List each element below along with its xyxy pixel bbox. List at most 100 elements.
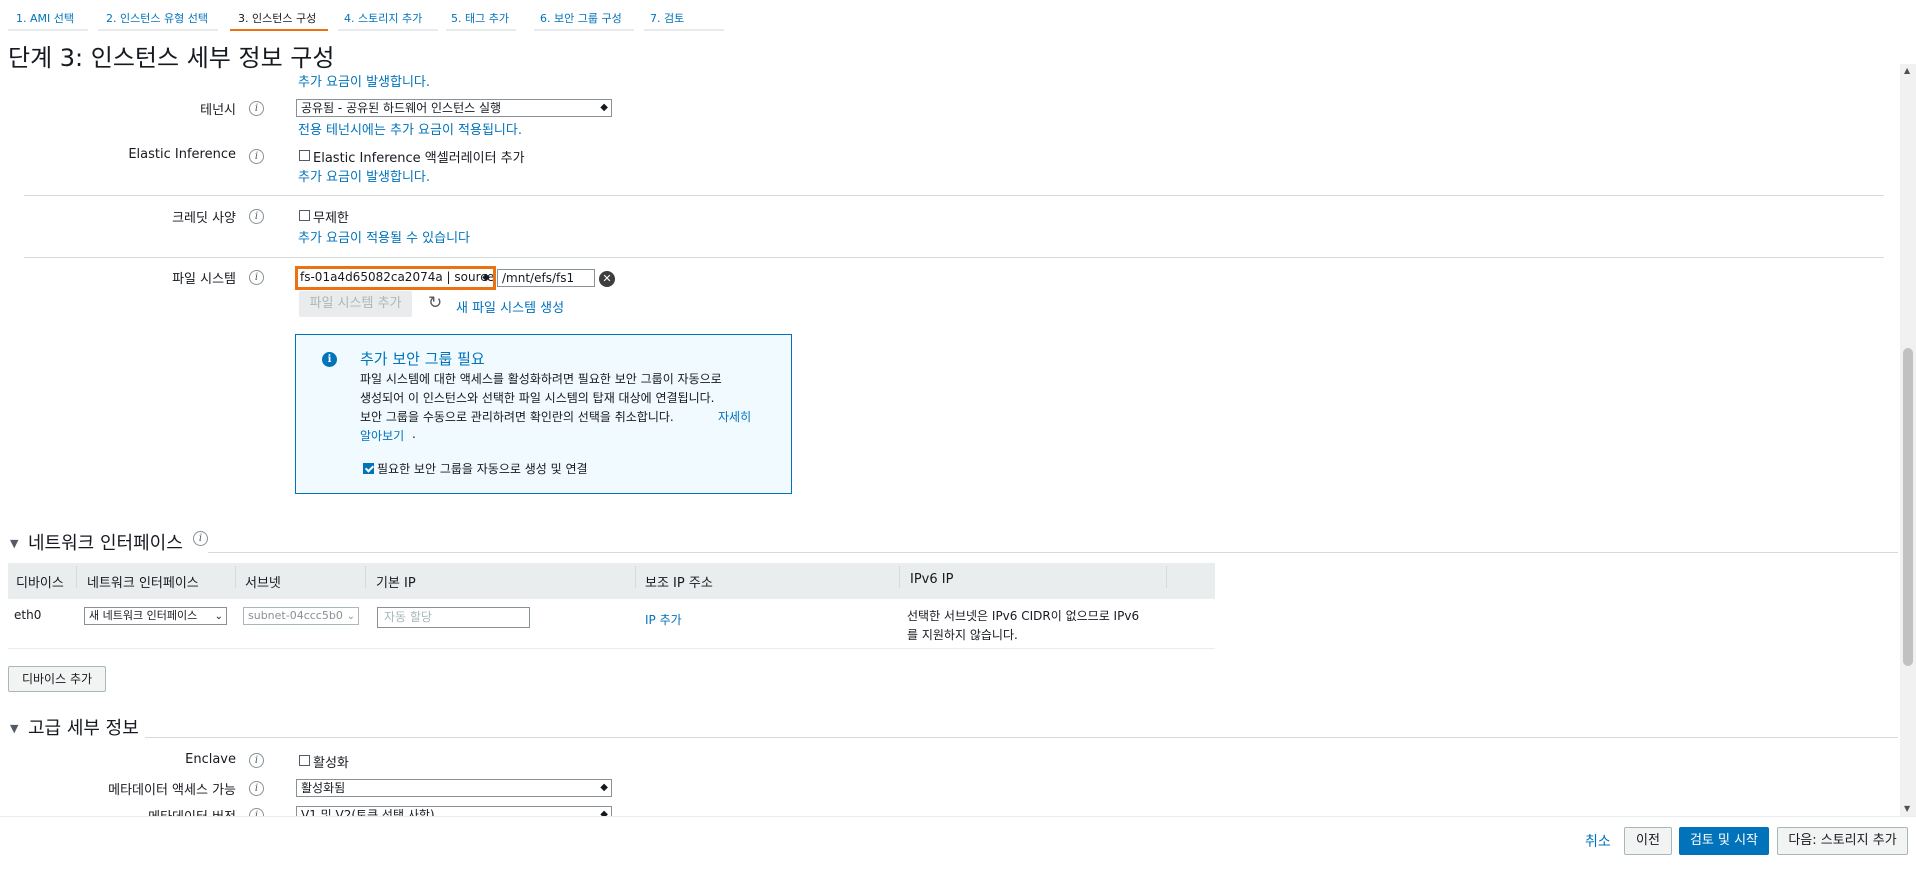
auto-security-group-checkbox[interactable] <box>363 463 374 474</box>
top-charge-note: 추가 요금이 발생합니다. <box>298 75 430 90</box>
column-header: 서브넷 <box>245 576 281 591</box>
tab-underline <box>446 29 516 31</box>
scrollbar[interactable]: ▲ ▼ <box>1900 64 1916 816</box>
column-separator <box>899 566 900 588</box>
select-arrow-icon: ◆ <box>600 782 608 793</box>
tab-review[interactable]: 7. 검토 <box>650 10 684 26</box>
primary-ip-input[interactable]: 자동 할당 <box>377 607 530 628</box>
tenancy-note: 전용 테넌시에는 추가 요금이 적용됩니다. <box>298 123 522 138</box>
divider <box>24 195 1884 196</box>
info-circle-icon: i <box>322 352 337 367</box>
tab-underline <box>8 29 88 31</box>
enclave-label: Enclave <box>185 752 236 767</box>
tab-instance-type[interactable]: 2. 인스턴스 유형 선택 <box>106 10 208 26</box>
info-icon[interactable]: i <box>249 753 264 768</box>
elastic-inference-checkbox[interactable] <box>299 150 310 161</box>
enclave-checkbox-label: 활성화 <box>313 756 349 771</box>
column-separator <box>365 566 366 588</box>
tab-ami[interactable]: 1. AMI 선택 <box>16 10 74 26</box>
tab-tags[interactable]: 5. 태그 추가 <box>451 10 509 26</box>
alert-title: 추가 보안 그룹 필요 <box>360 350 485 368</box>
select-arrow-icon: ◆ <box>482 272 490 283</box>
chevron-down-icon: ⌄ <box>346 609 355 624</box>
info-icon[interactable]: i <box>193 531 208 546</box>
filesystem-select[interactable]: fs-01a4d65082ca2074a | source ◆ <box>295 266 496 290</box>
column-header: 네트워크 인터페이스 <box>87 576 199 591</box>
advanced-section-title[interactable]: 고급 세부 정보 <box>28 714 139 740</box>
column-header: 기본 IP <box>376 576 416 591</box>
collapse-caret-icon[interactable]: ▼ <box>10 537 18 550</box>
refresh-icon[interactable]: ↻ <box>428 293 442 313</box>
alert-period: . <box>412 427 416 441</box>
info-alert: i 추가 보안 그룹 필요 파일 시스템에 대한 액세스를 활성화하려면 필요한… <box>295 334 792 494</box>
info-icon[interactable]: i <box>249 209 264 224</box>
column-separator <box>635 566 636 588</box>
auto-security-group-label: 필요한 보안 그룹을 자동으로 생성 및 연결 <box>377 462 588 476</box>
divider <box>24 257 1884 258</box>
info-icon[interactable]: i <box>249 149 264 164</box>
add-ip-link[interactable]: IP 추가 <box>645 611 682 628</box>
elastic-inference-checkbox-label: Elastic Inference 액셀러레이터 추가 <box>313 151 525 166</box>
filesystem-label: 파일 시스템 <box>172 272 236 287</box>
info-icon[interactable]: i <box>249 101 264 116</box>
tenancy-label: 테넌시 <box>200 103 236 118</box>
cancel-link[interactable]: 취소 <box>1585 831 1611 851</box>
collapse-caret-icon[interactable]: ▼ <box>10 722 18 735</box>
divider <box>208 552 1898 553</box>
tab-storage[interactable]: 4. 스토리지 추가 <box>344 10 422 26</box>
column-header: 보조 IP 주소 <box>645 576 713 591</box>
select-arrow-icon: ◆ <box>600 102 608 113</box>
subnet-select[interactable]: subnet-04ccc5b0 ⌄ <box>243 607 359 625</box>
column-separator <box>1166 566 1167 588</box>
ipv6-note: 선택한 서브넷은 IPv6 CIDR이 없으므로 IPv6 <box>907 609 1140 623</box>
wizard-steps: 1. AMI 선택 2. 인스턴스 유형 선택 3. 인스턴스 구성 4. 스토… <box>0 0 740 31</box>
divider <box>145 737 1898 738</box>
device-cell: eth0 <box>14 608 42 622</box>
next-storage-button[interactable]: 다음: 스토리지 추가 <box>1777 827 1908 855</box>
tab-underline <box>644 29 724 31</box>
unlimited-checkbox-label: 무제한 <box>313 211 349 226</box>
elastic-inference-label: Elastic Inference <box>128 147 236 162</box>
metadata-access-select[interactable]: 활성화됨 ◆ <box>296 779 612 797</box>
alert-body-line: 보안 그룹을 수동으로 관리하려면 확인란의 선택을 취소합니다. <box>360 410 674 424</box>
tab-underline <box>338 29 438 31</box>
page-title: 단계 3: 인스턴스 세부 정보 구성 <box>8 44 335 72</box>
tab-underline-active <box>230 29 328 31</box>
unlimited-checkbox[interactable] <box>299 210 310 221</box>
alert-body-line: 파일 시스템에 대한 액세스를 활성화하려면 필요한 보안 그룹이 자동으로 <box>360 372 722 386</box>
metadata-access-label: 메타데이터 액세스 가능 <box>108 783 236 798</box>
scroll-down-icon[interactable]: ▼ <box>1904 804 1910 813</box>
previous-button[interactable]: 이전 <box>1624 827 1672 855</box>
column-separator <box>235 566 236 588</box>
tab-security-group[interactable]: 6. 보안 그룹 구성 <box>540 10 622 26</box>
review-and-launch-button[interactable]: 검토 및 시작 <box>1679 827 1769 855</box>
network-interface-select[interactable]: 새 네트워크 인터페이스 ⌄ <box>84 607 227 625</box>
chevron-down-icon: ⌄ <box>214 611 223 622</box>
mount-path-input[interactable]: /mnt/efs/fs1 <box>497 269 595 287</box>
learn-more-link[interactable]: 알아보기 <box>360 427 404 444</box>
tenancy-select[interactable]: 공유됨 - 공유된 하드웨어 인스턴스 실행 ◆ <box>296 99 612 117</box>
network-section-title[interactable]: 네트워크 인터페이스 <box>28 529 183 555</box>
tab-underline <box>534 29 634 31</box>
elastic-inference-note: 추가 요금이 발생합니다. <box>298 170 430 185</box>
tab-underline <box>98 29 218 31</box>
create-filesystem-link[interactable]: 새 파일 시스템 생성 <box>456 297 564 316</box>
credit-note: 추가 요금이 적용될 수 있습니다 <box>298 231 471 246</box>
scrollbar-thumb[interactable] <box>1903 348 1913 666</box>
remove-icon[interactable]: ✕ <box>599 271 615 287</box>
column-separator <box>76 566 77 588</box>
add-filesystem-button[interactable]: 파일 시스템 추가 <box>299 291 412 317</box>
column-header: IPv6 IP <box>910 572 954 587</box>
tab-configure-instance[interactable]: 3. 인스턴스 구성 <box>238 10 316 26</box>
footer-bar: 취소 이전 검토 및 시작 다음: 스토리지 추가 <box>0 816 1916 873</box>
learn-more-link[interactable]: 자세히 <box>718 408 751 425</box>
add-device-button[interactable]: 디바이스 추가 <box>8 666 106 692</box>
info-icon[interactable]: i <box>249 270 264 285</box>
credit-label: 크레딧 사양 <box>172 211 236 226</box>
column-header: 디바이스 <box>16 576 64 591</box>
scroll-up-icon[interactable]: ▲ <box>1904 66 1910 75</box>
alert-body-line: 생성되어 이 인스턴스와 선택한 파일 시스템의 탑재 대상에 연결됩니다. <box>360 391 715 405</box>
info-icon[interactable]: i <box>249 781 264 796</box>
ipv6-note: 를 지원하지 않습니다. <box>907 628 1018 642</box>
enclave-checkbox[interactable] <box>299 755 310 766</box>
